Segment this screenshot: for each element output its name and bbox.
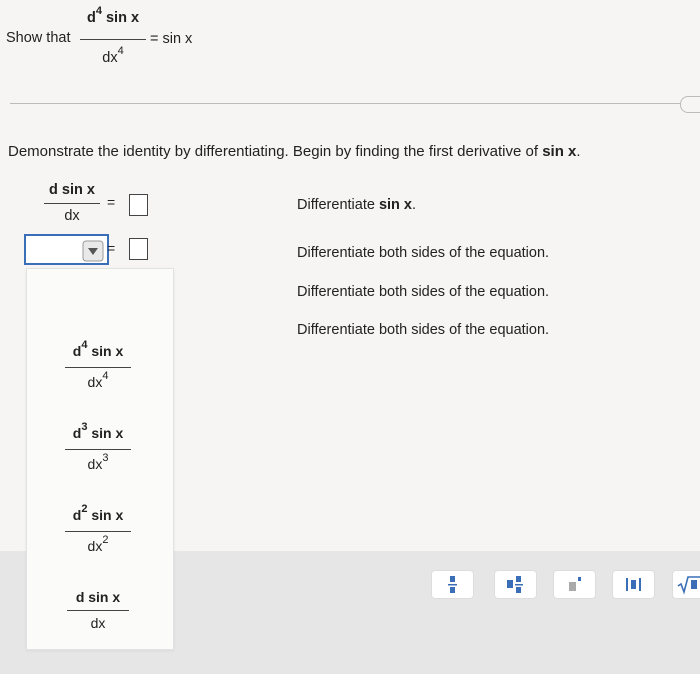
divider <box>10 103 682 104</box>
step1-fraction: d sin x dx <box>44 180 100 226</box>
derivative-dropdown: d4 sin x dx4 d3 sin x dx3 d2 sin x dx2 d… <box>26 268 174 650</box>
show-that-label: Show that <box>6 30 71 46</box>
step1-equals: = <box>107 194 116 210</box>
header-fraction: d4 sin x dx4 <box>80 5 146 66</box>
absolute-value-icon <box>626 578 641 591</box>
collapse-tab[interactable] <box>680 96 700 113</box>
exponent-tool-button[interactable] <box>553 570 596 599</box>
dropdown-option-3[interactable]: d3 sin x dx3 <box>65 421 131 479</box>
exponent-icon <box>569 577 581 591</box>
fraction-icon <box>448 576 457 593</box>
dropdown-option-2[interactable]: d2 sin x dx2 <box>65 503 131 561</box>
step2-hint: Differentiate both sides of the equation… <box>297 245 550 261</box>
mixed-number-tool-button[interactable] <box>494 570 537 599</box>
step1-answer-box[interactable] <box>129 194 148 216</box>
mixed-number-icon <box>507 576 523 593</box>
fraction-tool-button[interactable] <box>431 570 474 599</box>
dropdown-option-4[interactable]: d4 sin x dx4 <box>65 339 131 397</box>
step3-hint: Differentiate both sides of the equation… <box>297 284 550 300</box>
sqrt-tool-button[interactable] <box>672 570 700 599</box>
step2-equals: = <box>107 240 116 256</box>
sqrt-icon <box>677 576 700 595</box>
step1-hint: Differentiate sin x. <box>297 197 417 213</box>
instruction-text: Demonstrate the identity by differentiat… <box>8 143 581 160</box>
absolute-value-tool-button[interactable] <box>612 570 655 599</box>
header-rhs: = sin x <box>150 31 193 47</box>
dropdown-arrow-icon[interactable] <box>82 240 104 262</box>
step4-hint: Differentiate both sides of the equation… <box>297 322 550 338</box>
step2-answer-box[interactable] <box>129 238 148 260</box>
dropdown-option-1[interactable]: d sin x dx <box>67 587 129 637</box>
